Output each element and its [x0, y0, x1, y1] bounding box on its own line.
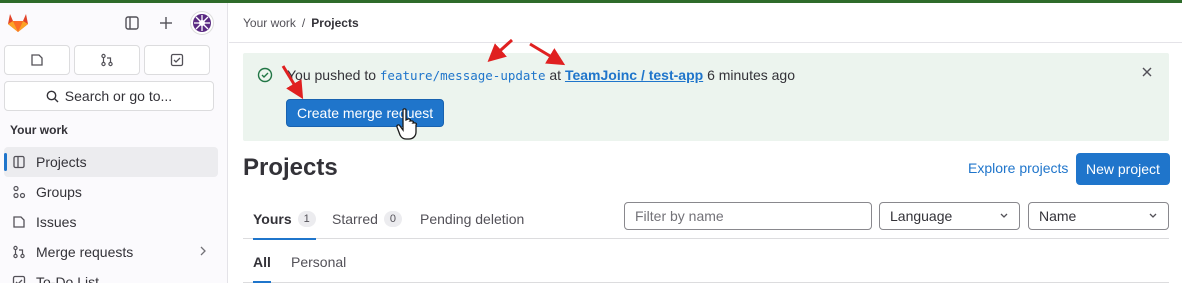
- gitlab-logo-icon[interactable]: [6, 11, 30, 33]
- merge-requests-button[interactable]: [74, 45, 140, 75]
- issues-icon: [13, 216, 25, 228]
- page-title: Projects: [243, 154, 338, 181]
- tab-yours[interactable]: Yours 1: [253, 199, 316, 240]
- filter-by-name-input[interactable]: [624, 202, 872, 230]
- assigned-issues-button[interactable]: [4, 45, 70, 75]
- tab-label: Yours: [253, 211, 292, 227]
- sidebar-item-label: To-Do List: [36, 274, 100, 283]
- issues-icon: [31, 54, 43, 66]
- push-alert: You pushed to feature/message-update at …: [243, 53, 1169, 141]
- alert-time: 6 minutes ago: [707, 67, 796, 83]
- tab-starred[interactable]: Starred 0: [332, 199, 402, 239]
- create-merge-request-button[interactable]: Create merge request: [286, 99, 445, 127]
- breadcrumb: Your work / Projects: [243, 16, 359, 30]
- count-badge: 0: [383, 211, 402, 227]
- sidebar-item-todo-list[interactable]: To-Do List: [4, 267, 218, 283]
- alert-message: You pushed to feature/message-update at …: [287, 67, 795, 83]
- sidebar-item-merge-requests[interactable]: Merge requests: [4, 237, 218, 267]
- breadcrumb-current[interactable]: Projects: [311, 16, 358, 30]
- chevron-down-icon: [1148, 209, 1158, 226]
- chevron-down-icon: [999, 209, 1009, 226]
- breadcrumb-separator: /: [301, 16, 306, 30]
- count-badge: 1: [297, 211, 316, 227]
- language-dropdown[interactable]: Language: [879, 202, 1020, 230]
- close-icon[interactable]: [1141, 65, 1153, 83]
- search-icon: [46, 90, 59, 102]
- alert-at: at: [549, 67, 562, 83]
- plus-icon[interactable]: [156, 13, 176, 33]
- sidebar-item-issues[interactable]: Issues: [4, 207, 218, 237]
- group-icon: [13, 185, 26, 199]
- breadcrumb-root[interactable]: Your work: [243, 16, 296, 30]
- sidebar-item-projects[interactable]: Projects: [4, 147, 218, 177]
- top-border: [0, 0, 1182, 3]
- main-content: Your work / Projects You pushed to featu…: [229, 3, 1182, 283]
- breadcrumb-divider: [229, 42, 1182, 43]
- sidebar-item-label: Issues: [36, 214, 77, 230]
- tab-label: Pending deletion: [420, 211, 525, 227]
- sidebar-item-groups[interactable]: Groups: [4, 177, 218, 207]
- search-label: Search or go to...: [64, 88, 173, 104]
- sidebar: Search or go to... Your work Projects Gr…: [0, 3, 228, 283]
- explore-projects-link[interactable]: Explore projects: [968, 160, 1068, 176]
- merge-request-icon: [13, 245, 25, 259]
- sidebar-toggle-icon[interactable]: [122, 13, 142, 33]
- project-subtabs: All Personal: [243, 243, 1169, 283]
- branch-name: feature/message-update: [379, 68, 546, 83]
- project-icon: [13, 155, 25, 169]
- quick-actions: [4, 45, 210, 75]
- sidebar-section-title: Your work: [10, 123, 68, 137]
- subtab-personal[interactable]: Personal: [291, 243, 346, 281]
- sidebar-item-label: Projects: [36, 154, 87, 170]
- chevron-right-icon: [198, 244, 208, 261]
- todo-button[interactable]: [144, 45, 210, 75]
- project-link[interactable]: TeamJoinc / test-app: [565, 67, 703, 83]
- check-circle-icon: [257, 67, 273, 86]
- sidebar-header: [0, 3, 228, 43]
- tab-label: Starred: [332, 211, 378, 227]
- todo-icon: [170, 53, 184, 67]
- user-avatar[interactable]: [190, 11, 214, 35]
- todo-icon: [12, 275, 26, 283]
- sidebar-item-label: Merge requests: [36, 244, 134, 260]
- tab-pending-deletion[interactable]: Pending deletion: [420, 199, 524, 239]
- search-button[interactable]: Search or go to...: [4, 81, 214, 111]
- sidebar-nav: Projects Groups Issues Merge requests To…: [4, 147, 218, 283]
- merge-request-icon: [101, 53, 113, 67]
- language-label: Language: [890, 208, 953, 224]
- sort-dropdown[interactable]: Name: [1028, 202, 1169, 230]
- new-project-button[interactable]: New project: [1076, 153, 1170, 185]
- alert-prefix: You pushed to: [287, 67, 377, 83]
- sidebar-item-label: Groups: [36, 184, 82, 200]
- subtab-all[interactable]: All: [253, 243, 271, 283]
- sort-label: Name: [1039, 208, 1077, 224]
